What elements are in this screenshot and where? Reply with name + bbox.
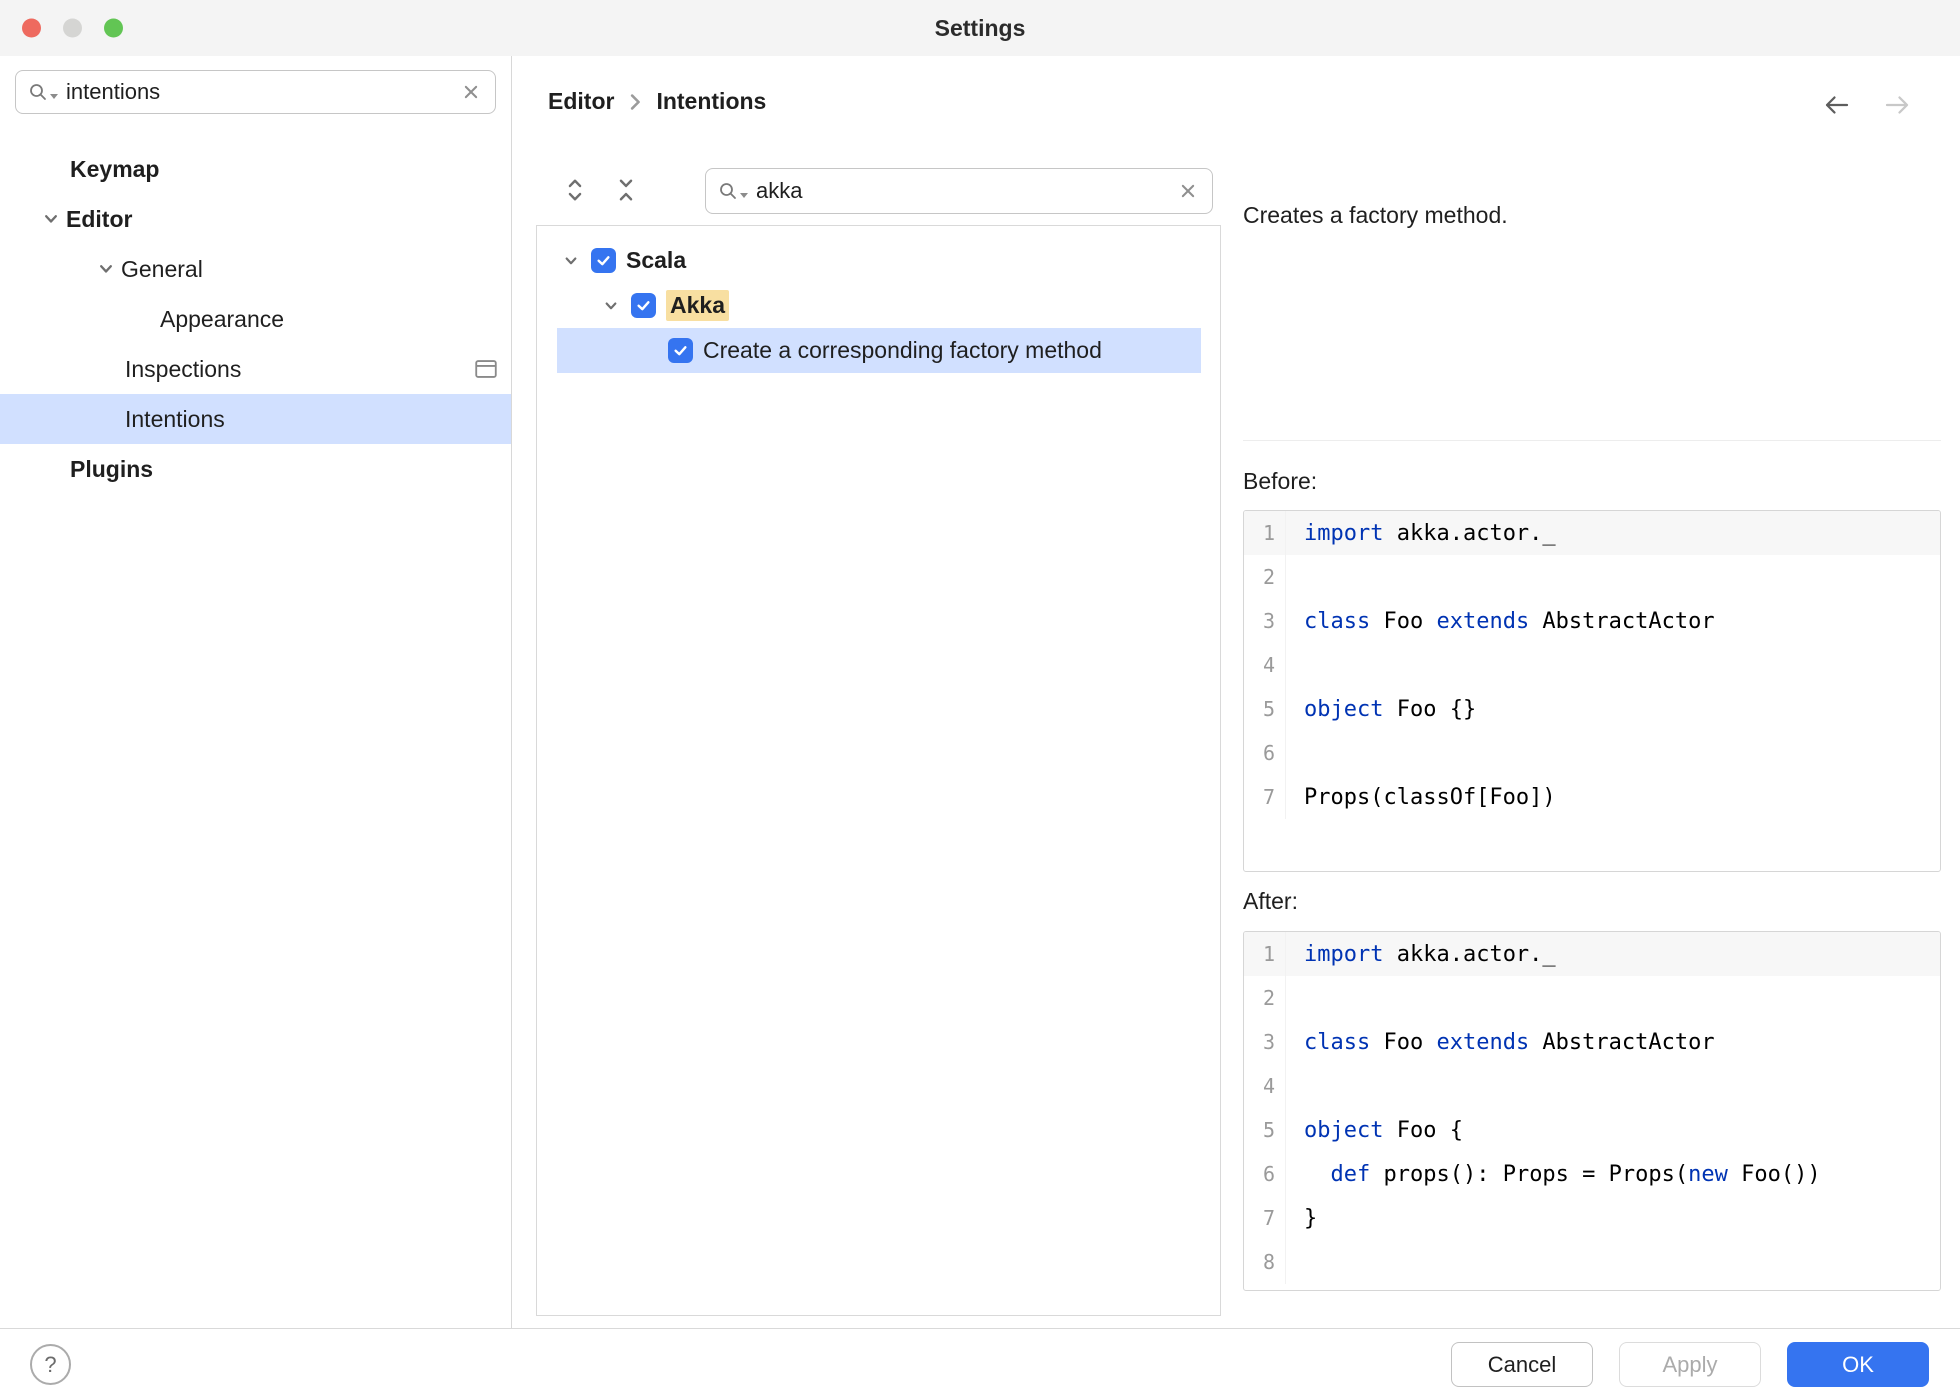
cancel-button[interactable]: Cancel — [1451, 1342, 1593, 1387]
before-label: Before: — [1243, 468, 1318, 494]
zoom-button[interactable] — [104, 18, 123, 38]
sidebar-item-label: Keymap — [70, 155, 160, 182]
intentions-search-input[interactable] — [748, 178, 1176, 204]
code-line: 1 import akka.actor._ — [1244, 932, 1940, 976]
before-code-block: 1 import akka.actor._ 2 3 class Foo extends … — [1243, 510, 1941, 872]
code-line: 3 class Foo extends AbstractActor — [1244, 1020, 1940, 1064]
intentions-page: Editor Intentions akka Scala Akka Create… — [513, 56, 1960, 1328]
back-arrow-icon[interactable] — [1822, 92, 1852, 118]
section-divider — [1243, 440, 1941, 441]
settings-search-input[interactable] — [58, 79, 459, 105]
chevron-down-icon[interactable] — [95, 258, 121, 280]
tree-item-akka[interactable]: Akka — [537, 283, 1220, 328]
help-label: ? — [44, 1351, 57, 1377]
window-title: Settings — [934, 14, 1026, 41]
collapse-all-icon[interactable] — [613, 177, 639, 203]
intentions-search-box[interactable] — [705, 168, 1213, 214]
sidebar-item-keymap[interactable]: Keymap — [0, 144, 511, 194]
scala-checkbox[interactable] — [591, 248, 616, 273]
search-options-caret-icon — [740, 192, 748, 198]
code-line: 3 class Foo extends AbstractActor — [1244, 599, 1940, 643]
code-line: 5 object Foo {} — [1244, 687, 1940, 731]
inspections-profile-icon — [475, 359, 497, 379]
tree-item-label: Akka — [666, 290, 729, 321]
chevron-down-icon[interactable] — [561, 251, 581, 271]
sidebar-item-editor[interactable]: Editor — [0, 194, 511, 244]
sidebar-item-general[interactable]: General — [0, 244, 511, 294]
breadcrumb-editor[interactable]: Editor — [548, 88, 614, 115]
search-icon — [30, 84, 46, 100]
tree-item-scala[interactable]: Scala — [537, 238, 1220, 283]
history-nav — [1822, 92, 1912, 118]
code-line: 7 Props(classOf[Foo]) — [1244, 775, 1940, 819]
akka-checkbox[interactable] — [631, 293, 656, 318]
clear-search-icon[interactable] — [1176, 179, 1200, 203]
sidebar-item-intentions[interactable]: Intentions — [0, 394, 511, 444]
clear-search-icon[interactable] — [459, 80, 483, 104]
search-options-caret-icon — [50, 93, 58, 99]
sidebar-item-inspections[interactable]: Inspections — [0, 344, 511, 394]
code-line: 7} — [1244, 1196, 1940, 1240]
chevron-down-icon[interactable] — [601, 296, 621, 316]
tree-toolbar — [562, 177, 639, 203]
footer-buttons: Cancel Apply OK — [1451, 1342, 1929, 1387]
code-line: 6 def props(): Props = Props(new Foo()) — [1244, 1152, 1940, 1196]
sidebar-item-label: Intentions — [125, 405, 225, 432]
code-line: 4 — [1244, 643, 1940, 687]
intentions-tree: Scala Akka Create a corresponding factor… — [536, 225, 1221, 1316]
tree-item-label: Create a corresponding factory method — [703, 337, 1102, 363]
intention-description: Creates a factory method. — [1243, 202, 1508, 228]
breadcrumb-intentions[interactable]: Intentions — [656, 88, 766, 115]
apply-button[interactable]: Apply — [1619, 1342, 1761, 1387]
tree-item-factory-method[interactable]: Create a corresponding factory method — [557, 328, 1201, 373]
sidebar-item-plugins[interactable]: Plugins — [0, 444, 511, 494]
dialog-footer: ? Cancel Apply OK — [0, 1328, 1960, 1400]
code-line: 2 — [1244, 555, 1940, 599]
sidebar-item-label: Appearance — [160, 305, 285, 332]
after-label: After: — [1243, 888, 1298, 914]
breadcrumb-separator-icon — [631, 93, 641, 110]
sidebar-item-appearance[interactable]: Appearance — [0, 294, 511, 344]
sidebar-item-label: General — [121, 255, 203, 282]
code-line: 5 object Foo { — [1244, 1108, 1940, 1152]
window-controls — [22, 18, 123, 38]
sidebar-item-label: Inspections — [125, 355, 242, 382]
code-line: 4 — [1244, 1064, 1940, 1108]
sidebar-item-label: Editor — [66, 205, 133, 232]
after-code-block: 1 import akka.actor._ 2 3 class Foo extends … — [1243, 931, 1941, 1291]
settings-sidebar: Keymap Editor General Appearance Inspect… — [0, 56, 512, 1328]
search-icon — [720, 183, 736, 199]
help-button[interactable]: ? — [30, 1344, 71, 1385]
code-line: 2 — [1244, 976, 1940, 1020]
forward-arrow-icon[interactable] — [1882, 92, 1912, 118]
breadcrumb: Editor Intentions — [548, 88, 766, 115]
factory-method-checkbox[interactable] — [668, 338, 693, 363]
expand-all-icon[interactable] — [562, 177, 588, 203]
sidebar-item-label: Plugins — [70, 455, 154, 482]
title-bar: Settings — [0, 0, 1960, 56]
content: Keymap Editor General Appearance Inspect… — [0, 56, 1960, 1328]
tree-item-label: Scala — [626, 247, 687, 273]
close-button[interactable] — [22, 18, 41, 38]
minimize-button[interactable] — [63, 18, 82, 38]
code-line: 1 import akka.actor._ — [1244, 511, 1940, 555]
settings-window: Settings Keymap Editor — [0, 0, 1960, 1400]
settings-nav: Keymap Editor General Appearance Inspect… — [0, 144, 511, 494]
chevron-down-icon[interactable] — [40, 208, 66, 230]
ok-button[interactable]: OK — [1787, 1342, 1929, 1387]
code-line: 8 — [1244, 1240, 1940, 1284]
settings-search-box[interactable] — [15, 70, 496, 114]
code-line: 6 — [1244, 731, 1940, 775]
